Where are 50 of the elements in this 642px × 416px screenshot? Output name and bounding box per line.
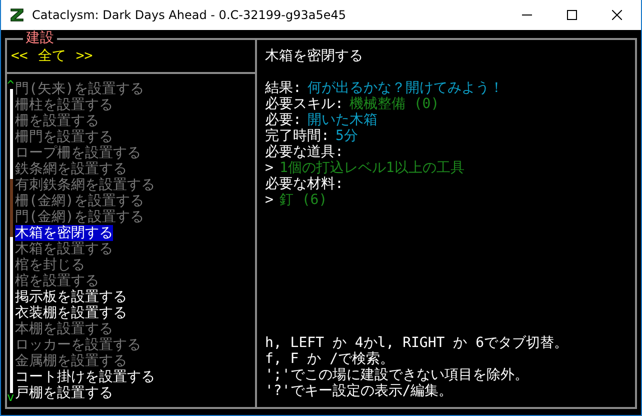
detail-value: 何が出るかな？開けてみよう！ <box>307 80 504 96</box>
close-icon[interactable] <box>612 10 622 20</box>
detail-label: 結果: <box>265 80 302 96</box>
detail-label: 必要: <box>265 112 302 128</box>
maximize-icon[interactable] <box>567 10 577 20</box>
scrollbar-thumb[interactable] <box>10 179 13 237</box>
construction-item[interactable]: 戸棚を設置する <box>15 385 113 401</box>
construction-item[interactable]: 柵(金網)を設置する <box>15 193 144 209</box>
construction-item[interactable]: 柵柱を設置する <box>15 97 113 113</box>
category-tab[interactable]: 全て <box>38 48 66 64</box>
construction-item[interactable]: ロッカーを設置する <box>15 337 141 353</box>
detail-label: > <box>265 160 274 176</box>
prev-tab-arrow[interactable]: << <box>11 48 28 64</box>
next-tab-arrow[interactable]: >> <box>76 48 93 64</box>
detail-value: 釘 (6) <box>279 192 328 208</box>
detail-value: 機械整備 (0) <box>349 96 440 112</box>
help-text: h, LEFT か 4かl, RIGHT か 6でタブ切替。 <box>265 335 570 351</box>
detail-label: 完了時間: <box>265 128 330 144</box>
construction-item[interactable]: 門(金網)を設置する <box>15 209 144 225</box>
app-icon <box>9 7 25 23</box>
scroll-down-arrow[interactable]: v <box>7 393 15 401</box>
construction-item[interactable]: 本棚を設置する <box>15 321 113 337</box>
construction-item[interactable]: 掲示板を設置する <box>15 289 127 305</box>
construction-item[interactable]: 柵門を設置する <box>15 129 113 145</box>
construction-item[interactable]: 木箱を設置する <box>15 241 113 257</box>
window-title: Cataclysm: Dark Days Ahead - 0.C-32199-g93a5e45 <box>32 8 347 22</box>
construction-item[interactable]: 棺を設置する <box>15 273 99 289</box>
detail-label: 必要な道具: <box>265 144 344 160</box>
construction-item[interactable]: 有刺鉄条網を設置する <box>15 177 155 193</box>
help-text: f, F か /で検索。 <box>265 351 396 367</box>
construction-item[interactable]: 鉄条網を設置する <box>15 161 127 177</box>
construction-item[interactable]: 木箱を密閉する <box>15 225 113 241</box>
scroll-up-arrow[interactable]: ^ <box>7 81 15 89</box>
help-text: '?'でキー設定の表示/編集。 <box>265 383 454 399</box>
detail-value: 開いた木箱 <box>307 112 378 128</box>
construction-item[interactable]: 棺を封じる <box>15 257 85 273</box>
construction-item[interactable]: 門(矢来)を設置する <box>15 81 144 97</box>
detail-label: 必要スキル: <box>265 96 344 112</box>
detail-label: 必要な材料: <box>265 176 344 192</box>
detail-label: > <box>265 192 274 208</box>
construction-item[interactable]: 金属棚を設置する <box>15 353 127 369</box>
construction-item[interactable]: 柵を設置する <box>15 113 99 129</box>
construction-item[interactable]: 衣装棚を設置する <box>15 305 127 321</box>
panel-title: 建設 <box>23 30 57 46</box>
construction-item[interactable]: コート掛けを設置する <box>15 369 155 385</box>
detail-title: 木箱を密閉する <box>265 48 364 64</box>
help-text: ';'でこの場に建設できない項目を除外。 <box>265 367 530 383</box>
detail-value: 1個の打込レベル1以上の工具 <box>279 160 464 176</box>
construction-item[interactable]: ロープ柵を設置する <box>15 145 141 161</box>
detail-value: 5分 <box>335 128 358 144</box>
